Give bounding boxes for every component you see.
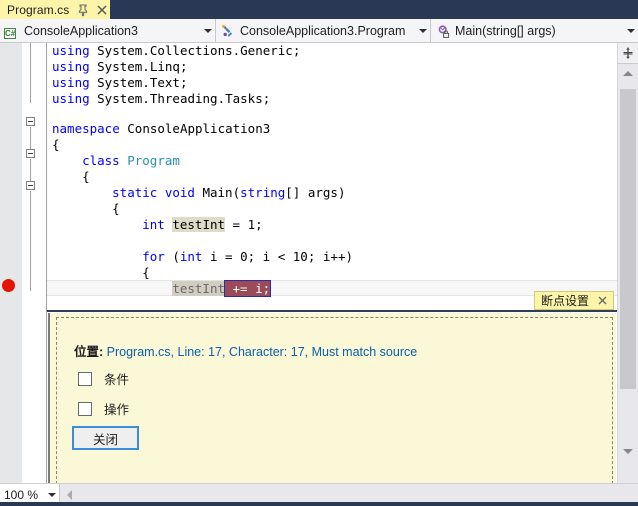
- code-token: class: [82, 153, 128, 168]
- chevron-down-icon[interactable]: [624, 19, 638, 42]
- caret-down-icon[interactable]: [618, 443, 638, 459]
- code-token: testInt: [172, 217, 226, 232]
- caret-up-icon[interactable]: [618, 65, 638, 81]
- code-line: for (int i = 0; i < 10; i++): [52, 249, 353, 265]
- outlining-margin[interactable]: [22, 43, 46, 483]
- breakpoint-settings-tab-label: 断点设置: [540, 294, 589, 308]
- code-token: 0: [240, 249, 248, 264]
- code-token: string: [240, 185, 286, 200]
- vertical-scrollbar-thumb[interactable]: [620, 89, 636, 389]
- chevron-down-icon[interactable]: [201, 19, 215, 42]
- vertical-scrollbar[interactable]: [617, 43, 638, 483]
- code-line: {: [52, 169, 90, 185]
- code-token: System.Threading.Tasks;: [97, 91, 271, 106]
- nav-member-value: Main(string[] args): [455, 23, 556, 38]
- close-icon[interactable]: [595, 293, 610, 308]
- code-token: using: [52, 43, 98, 58]
- breakpoint-settings-tab[interactable]: 断点设置: [533, 291, 614, 310]
- outline-collapse-namespace[interactable]: [26, 117, 35, 126]
- code-token: {: [52, 137, 60, 152]
- code-line: using System.Text;: [52, 75, 187, 91]
- breakpoint-location-label: 位置:: [74, 345, 104, 359]
- split-view-icon[interactable]: [618, 43, 638, 64]
- code-token: void: [164, 185, 203, 200]
- peek-top-border: [47, 310, 617, 312]
- code-token: using: [52, 59, 98, 74]
- conditions-label: 条件: [104, 373, 130, 387]
- code-line: using System.Collections.Generic;: [52, 43, 300, 59]
- chevron-down-icon[interactable]: [416, 19, 430, 42]
- close-button[interactable]: 关闭: [72, 426, 139, 450]
- code-line: using System.Linq;: [52, 59, 187, 75]
- code-token: using: [52, 91, 98, 106]
- conditions-checkbox-row[interactable]: 条件: [78, 369, 129, 388]
- breakpoint-indicator-icon[interactable]: [2, 279, 15, 292]
- code-line: using System.Threading.Tasks;: [52, 91, 270, 107]
- breakpoint-location: 位置: Program.cs, Line: 17, Character: 17,…: [74, 341, 417, 360]
- code-token: static: [112, 185, 165, 200]
- zoom-level-value: 100 %: [4, 488, 39, 502]
- code-token: 1: [247, 217, 256, 232]
- code-token: ConsoleApplication3: [127, 121, 271, 136]
- code-token: {: [82, 169, 90, 184]
- code-token: System.Collections.Generic;: [97, 43, 301, 58]
- peek-tab-row: 断点设置: [47, 291, 617, 310]
- code-token: ;: [255, 217, 263, 232]
- nav-project-value: ConsoleApplication3: [24, 23, 138, 38]
- close-icon[interactable]: [95, 3, 109, 17]
- code-token: ; i <: [247, 249, 293, 264]
- class-icon: [220, 23, 236, 39]
- code-line: {: [52, 137, 60, 153]
- breakpoint-location-value: Program.cs, Line: 17, Character: 17, Mus…: [103, 345, 418, 359]
- code-token: i =: [209, 249, 241, 264]
- actions-label: 操作: [104, 403, 130, 417]
- code-line: int testInt = 1;: [52, 217, 263, 233]
- document-tab-label: Program.cs: [7, 2, 70, 17]
- code-token: ; i++): [307, 249, 353, 264]
- actions-checkbox-row[interactable]: 操作: [78, 399, 129, 418]
- code-line: {: [52, 265, 150, 281]
- code-token: 10: [292, 249, 308, 264]
- nav-project-dropdown[interactable]: C# ConsoleApplication3: [0, 19, 216, 42]
- code-token: [] args): [285, 185, 346, 200]
- document-tab-program-cs[interactable]: Program.cs: [0, 0, 110, 19]
- chevron-down-icon[interactable]: [45, 493, 59, 497]
- document-tab-strip: Program.cs: [0, 0, 638, 19]
- nav-type-value: ConsoleApplication3.Program: [240, 23, 406, 38]
- pin-icon[interactable]: [76, 3, 90, 17]
- csharp-project-icon: C#: [4, 23, 20, 39]
- conditions-checkbox[interactable]: [78, 371, 92, 386]
- actions-checkbox[interactable]: [78, 401, 92, 416]
- code-line: namespace ConsoleApplication3: [52, 121, 270, 137]
- visual-studio-editor-window: Program.cs C# ConsoleApplication3 Consol…: [0, 0, 638, 506]
- nav-type-dropdown[interactable]: ConsoleApplication3.Program: [216, 19, 431, 42]
- code-token: Program: [127, 153, 180, 168]
- navigation-bar: C# ConsoleApplication3 ConsoleApplicatio…: [0, 19, 638, 43]
- code-token: =: [225, 217, 248, 232]
- nav-member-dropdown[interactable]: Main(string[] args): [431, 19, 638, 42]
- code-token: {: [112, 201, 120, 216]
- code-token: System.Linq;: [97, 59, 188, 74]
- outline-collapse-class[interactable]: [26, 149, 35, 158]
- code-token: namespace: [52, 121, 128, 136]
- breakpoint-margin[interactable]: [0, 43, 22, 483]
- code-line: class Program: [52, 153, 180, 169]
- method-private-icon: [435, 23, 451, 39]
- outline-collapse-method[interactable]: [26, 181, 35, 190]
- code-line: static void Main(string[] args): [52, 185, 346, 201]
- code-token: int: [179, 249, 210, 264]
- code-token: using: [52, 75, 98, 90]
- code-editor[interactable]: using System.Collections.Generic; using S…: [0, 43, 638, 483]
- window-bottom-edge: [0, 502, 638, 506]
- code-token: Main(: [202, 185, 241, 200]
- code-token: (: [172, 249, 180, 264]
- csharp-icon-text: C#: [4, 27, 17, 39]
- code-token: System.Text;: [97, 75, 188, 90]
- code-token: for: [142, 249, 173, 264]
- code-token: {: [142, 265, 150, 280]
- code-line: {: [52, 201, 120, 217]
- breakpoint-settings-panel: 位置: Program.cs, Line: 17, Character: 17,…: [48, 313, 616, 483]
- code-token: int: [142, 217, 173, 232]
